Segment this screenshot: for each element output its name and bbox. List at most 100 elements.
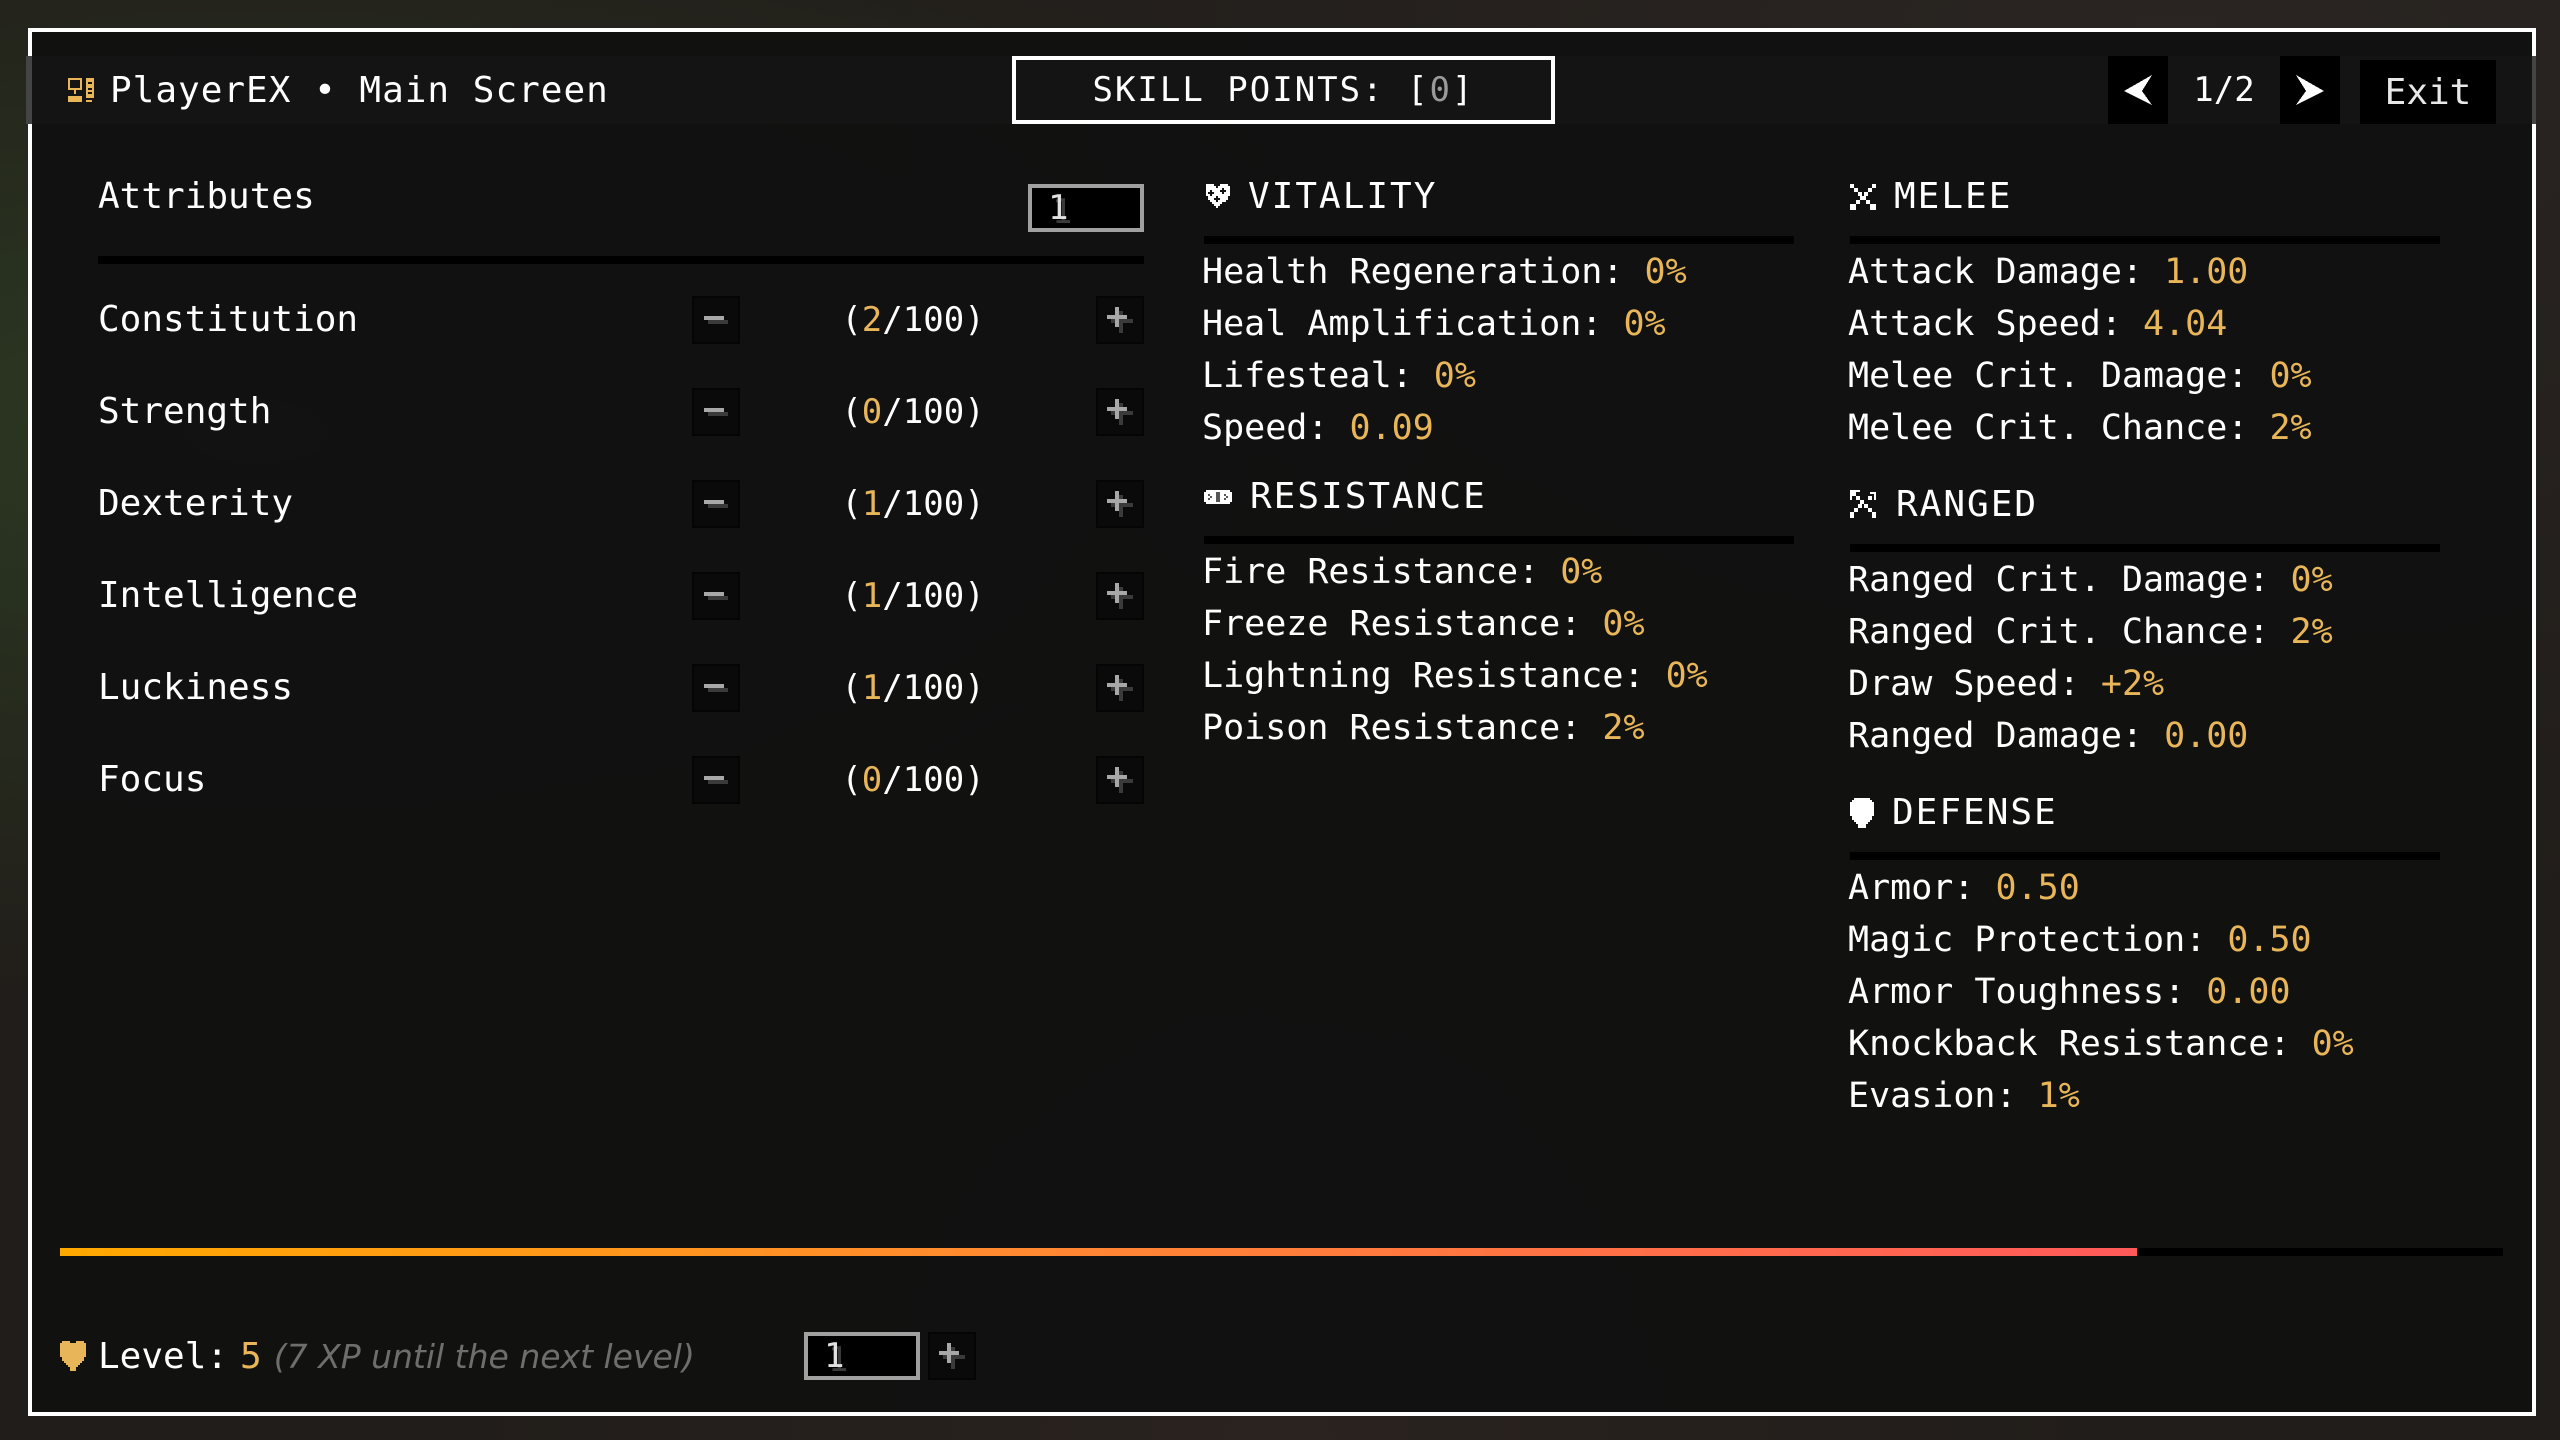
defense-stat-row: Armor: 0.50 xyxy=(1848,868,2080,908)
vitality-stat-row: Heal Amplification: 0% xyxy=(1202,304,1666,344)
level-amount-input[interactable] xyxy=(804,1332,920,1380)
increase-attribute-button[interactable] xyxy=(1096,664,1144,712)
defense-stat-row: Evasion: 1% xyxy=(1848,1076,2080,1116)
stat-value: 0% xyxy=(1644,252,1687,292)
decrease-attribute-button[interactable] xyxy=(692,480,740,528)
ranged-title: RANGED xyxy=(1896,484,2039,525)
stat-label: Health Regeneration: xyxy=(1202,252,1624,292)
attribute-value: (0/100) xyxy=(841,760,985,800)
decrease-attribute-button[interactable] xyxy=(692,756,740,804)
attribute-row: Focus (0/100) xyxy=(98,756,1144,804)
defense-divider xyxy=(1850,852,2440,860)
stat-value: 0% xyxy=(1560,552,1603,592)
stat-value: 0.09 xyxy=(1349,408,1434,448)
attribute-step-input[interactable] xyxy=(1028,184,1144,232)
defense-stat-row: Magic Protection: 0.50 xyxy=(1848,920,2312,960)
resistance-title: RESISTANCE xyxy=(1250,476,1487,517)
attribute-value: (2/100) xyxy=(841,300,985,340)
stat-value: 0% xyxy=(1602,604,1645,644)
stat-label: Ranged Damage: xyxy=(1848,716,2144,756)
stat-label: Melee Crit. Chance: xyxy=(1848,408,2249,448)
next-page-button[interactable] xyxy=(2280,56,2340,124)
ranged-stat-row: Ranged Damage: 0.00 xyxy=(1848,716,2248,756)
increase-attribute-button[interactable] xyxy=(1096,296,1144,344)
increase-attribute-button[interactable] xyxy=(1096,480,1144,528)
increase-attribute-button[interactable] xyxy=(1096,388,1144,436)
stat-label: Attack Speed: xyxy=(1848,304,2122,344)
increase-attribute-button[interactable] xyxy=(1096,756,1144,804)
resistance-stat-row: Freeze Resistance: 0% xyxy=(1202,604,1645,644)
exit-button[interactable]: Exit xyxy=(2360,60,2496,124)
plus-icon xyxy=(939,1343,965,1369)
minus-icon xyxy=(704,316,728,324)
ranged-stat-row: Ranged Crit. Damage: 0% xyxy=(1848,560,2333,600)
melee-stat-row: Attack Damage: 1.00 xyxy=(1848,252,2248,292)
stat-value: +2% xyxy=(2100,664,2165,704)
increase-attribute-button[interactable] xyxy=(1096,572,1144,620)
attribute-max: 100 xyxy=(902,392,965,432)
attribute-row: Constitution (2/100) xyxy=(98,296,1144,344)
attribute-current: 0 xyxy=(861,392,883,432)
attribute-current: 1 xyxy=(861,668,883,708)
chevron-left-icon xyxy=(2124,75,2152,105)
crossed-swords-icon xyxy=(1850,183,1876,210)
decrease-attribute-button[interactable] xyxy=(692,388,740,436)
stat-label: Knockback Resistance: xyxy=(1848,1024,2291,1064)
resistance-stat-row: Lightning Resistance: 0% xyxy=(1202,656,1708,696)
vitality-stat-row: Speed: 0.09 xyxy=(1202,408,1434,448)
attribute-row: Dexterity (1/100) xyxy=(98,480,1144,528)
stat-label: Armor: xyxy=(1848,868,1975,908)
attribute-max: 100 xyxy=(902,576,965,616)
stat-value: 0.50 xyxy=(1995,868,2080,908)
attribute-value: (1/100) xyxy=(841,484,985,524)
stat-label: Armor Toughness: xyxy=(1848,972,2186,1012)
minus-icon xyxy=(704,500,728,508)
vitality-stat-row: Lifesteal: 0% xyxy=(1202,356,1476,396)
defense-title: DEFENSE xyxy=(1892,792,2058,833)
attribute-row: Intelligence (1/100) xyxy=(98,572,1144,620)
decrease-attribute-button[interactable] xyxy=(692,572,740,620)
plus-icon xyxy=(1107,307,1133,333)
stat-label: Lifesteal: xyxy=(1202,356,1413,396)
chevron-right-icon xyxy=(2296,75,2324,105)
ranged-stat-row: Ranged Crit. Chance: 2% xyxy=(1848,612,2333,652)
skill-points-label: SKILL POINTS: [ xyxy=(1092,70,1430,110)
defense-stat-row: Knockback Resistance: 0% xyxy=(1848,1024,2354,1064)
attribute-current: 2 xyxy=(861,300,883,340)
stat-value: 1% xyxy=(2037,1076,2080,1116)
add-level-button[interactable] xyxy=(928,1332,976,1380)
defense-section-title: DEFENSE xyxy=(1850,792,2058,833)
stat-value: 0% xyxy=(2290,560,2333,600)
prev-page-button[interactable] xyxy=(2108,56,2168,124)
shield-icon xyxy=(1850,797,1874,828)
attribute-max: 100 xyxy=(902,668,965,708)
stat-value: 0% xyxy=(1623,304,1666,344)
attribute-name: Focus xyxy=(98,759,207,800)
level-label: Level: xyxy=(98,1335,229,1377)
plus-icon xyxy=(1107,675,1133,701)
melee-title: MELEE xyxy=(1894,176,2013,217)
attribute-max: 100 xyxy=(902,760,965,800)
attribute-name: Luckiness xyxy=(98,667,294,708)
plus-icon xyxy=(1107,491,1133,517)
melee-section-title: MELEE xyxy=(1850,176,2012,217)
stat-value: 0% xyxy=(2269,356,2312,396)
melee-stat-row: Attack Speed: 4.04 xyxy=(1848,304,2227,344)
attribute-current: 1 xyxy=(861,576,883,616)
attribute-current: 1 xyxy=(861,484,883,524)
decrease-attribute-button[interactable] xyxy=(692,664,740,712)
melee-stat-row: Melee Crit. Chance: 2% xyxy=(1848,408,2312,448)
decrease-attribute-button[interactable] xyxy=(692,296,740,344)
plus-icon xyxy=(1107,583,1133,609)
stat-label: Ranged Crit. Damage: xyxy=(1848,560,2270,600)
stat-value: 0.50 xyxy=(2227,920,2312,960)
stat-label: Speed: xyxy=(1202,408,1329,448)
attribute-current: 0 xyxy=(861,760,883,800)
plus-icon xyxy=(1107,399,1133,425)
ranged-divider xyxy=(1850,544,2440,552)
melee-stat-row: Melee Crit. Damage: 0% xyxy=(1848,356,2312,396)
stat-label: Draw Speed: xyxy=(1848,664,2080,704)
stat-value: 0% xyxy=(1433,356,1476,396)
window-title: PlayerEX • Main Screen xyxy=(68,62,609,118)
stat-value: 0% xyxy=(2311,1024,2354,1064)
